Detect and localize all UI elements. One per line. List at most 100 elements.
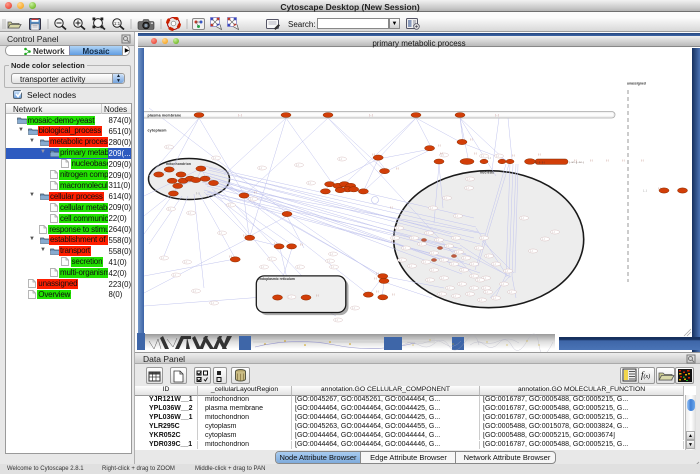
svg-text:[..]: [..] (658, 188, 661, 190)
svg-text:[...]: [...] (297, 267, 300, 269)
svg-text:[...]: [...] (426, 233, 429, 235)
svg-text:[...]: [...] (501, 284, 504, 286)
svg-text:[...]: [...] (441, 155, 444, 157)
svg-text:[..]: [..] (440, 153, 443, 155)
svg-text:[...]: [...] (427, 280, 430, 282)
svg-text:cytoplasm: cytoplasm (148, 129, 167, 133)
svg-text:[...]: [...] (392, 238, 395, 240)
svg-text:[...]: [...] (228, 205, 231, 207)
svg-text:[...]: [...] (161, 258, 164, 260)
svg-text:[...]: [...] (481, 238, 484, 240)
svg-text:[...]: [...] (456, 252, 459, 254)
svg-text:[...]: [...] (261, 267, 264, 269)
svg-text:[...]: [...] (521, 218, 524, 220)
svg-text:[...][...][...][...]: [...][...][...][...] (534, 162, 546, 164)
svg-text:[...]: [...] (467, 294, 470, 296)
svg-text:[...]: [...] (471, 288, 474, 290)
svg-text:[..]: [..] (392, 294, 395, 296)
svg-text:[...]: [...] (471, 276, 474, 278)
svg-text:[...]: [...] (238, 113, 242, 117)
svg-text:[...]: [...] (493, 298, 496, 300)
svg-text:[...]: [...] (409, 266, 412, 268)
svg-text:[...]: [...] (467, 179, 470, 181)
svg-text:[...]: [...] (403, 248, 406, 250)
svg-text:[...]: [...] (453, 238, 456, 240)
svg-text:[...]: [...] (486, 256, 489, 258)
svg-text:[...]: [...] (352, 308, 355, 310)
svg-text:[...]: [...] (495, 113, 499, 117)
svg-text:[..]: [..] (396, 168, 399, 170)
svg-text:[...]: [...] (530, 251, 533, 253)
svg-text:[...]: [...] (430, 208, 433, 210)
svg-text:[...]: [...] (196, 192, 200, 195)
svg-text:[...]: [...] (447, 288, 450, 290)
svg-text:[..]: [..] (316, 295, 319, 297)
svg-text:[..]: [..] (243, 235, 246, 237)
svg-text:[..]: [..] (641, 160, 644, 162)
svg-text:1:1: 1:1 (114, 21, 121, 26)
svg-text:[...]: [...] (441, 278, 444, 280)
svg-text:[...]: [...] (476, 248, 479, 250)
svg-text:[...]: [...] (168, 209, 171, 211)
svg-text:[..]: [..] (470, 139, 473, 141)
svg-text:[..]: [..] (622, 160, 625, 162)
svg-text:[..]: [..] (374, 278, 377, 280)
svg-text:[...]: [...] (173, 275, 176, 277)
svg-text:[...]: [...] (444, 198, 447, 200)
svg-text:[...]: [...] (483, 278, 486, 280)
svg-text:[...]: [...] (339, 159, 342, 161)
svg-text:[...]: [...] (419, 244, 422, 246)
svg-text:[...]: [...] (466, 188, 469, 190)
svg-text:[..]: [..] (538, 154, 541, 156)
svg-text:unassigned: unassigned (627, 82, 646, 86)
svg-text:[...]: [...] (166, 147, 169, 149)
svg-text:[...]: [...] (331, 267, 334, 269)
svg-text:[...]: [...] (477, 280, 480, 282)
svg-text:nucleus: nucleus (480, 171, 494, 175)
svg-text:[...]: [...] (219, 233, 222, 235)
svg-text:[...]: [...] (505, 271, 508, 273)
svg-text:[..]: [..] (254, 192, 257, 194)
svg-text:[...]: [...] (481, 156, 484, 158)
svg-text:[...]: [...] (213, 158, 216, 160)
svg-text:[...]: [...] (399, 260, 402, 262)
svg-text:[...]: [...] (436, 240, 439, 242)
svg-text:[...]: [...] (461, 270, 464, 272)
svg-text:[..]: [..] (438, 145, 441, 147)
svg-text:[...]: [...] (289, 297, 292, 299)
svg-text:[..]: [..] (512, 155, 515, 157)
svg-text:[...]: [...] (453, 296, 456, 298)
svg-text:[..]: [..] (606, 160, 609, 162)
svg-text:[...]: [...] (496, 156, 499, 158)
svg-text:[...]: [...] (269, 259, 272, 261)
svg-text:[...]: [...] (439, 294, 442, 296)
svg-text:[...]: [...] (643, 189, 647, 193)
svg-text:[...]: [...] (485, 292, 488, 294)
svg-text:[..]: [..] (372, 154, 375, 156)
svg-text:[...]: [...] (330, 254, 333, 256)
svg-text:[...]: [...] (463, 258, 466, 260)
svg-text:[...]: [...] (483, 288, 486, 290)
svg-text:[...]: [...] (296, 165, 299, 167)
svg-text:[...]: [...] (459, 284, 462, 286)
svg-text:[...]: [...] (509, 292, 512, 294)
svg-text:[..]: [..] (391, 241, 394, 243)
svg-text:[...]: [...] (259, 168, 262, 170)
svg-text:[..]: [..] (474, 153, 477, 155)
svg-text:[..]: [..] (376, 273, 379, 275)
svg-text:[...]: [...] (542, 239, 545, 241)
svg-text:[...]: [...] (431, 253, 434, 255)
svg-text:[...]: [...] (411, 238, 414, 240)
svg-text:[...]: [...] (396, 228, 399, 230)
svg-text:[..]: [..] (488, 158, 491, 160)
svg-text:[...]: [...] (552, 232, 555, 234)
svg-text:[...]: [...] (479, 300, 482, 302)
svg-text:[...]: [...] (250, 199, 253, 201)
svg-text:[..]: [..] (300, 244, 303, 246)
svg-text:[..]: [..] (590, 160, 593, 162)
svg-text:[...]: [...] (308, 183, 311, 185)
svg-text:[...]: [...] (327, 261, 330, 263)
svg-text:mitochondrion: mitochondrion (166, 162, 191, 166)
svg-text:[...]: [...] (188, 213, 191, 215)
svg-text:[...]: [...] (431, 270, 434, 272)
